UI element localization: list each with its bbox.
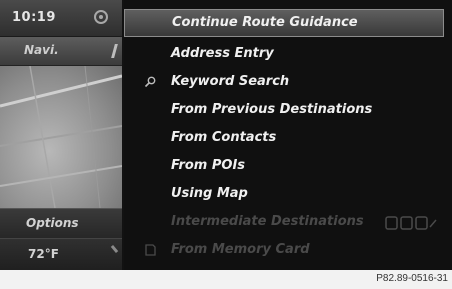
menu-item-label: Keyword Search — [171, 74, 290, 89]
menu-item-label: From Memory Card — [171, 242, 310, 257]
menu-item-label: From POIs — [171, 158, 246, 173]
menu-item-using-map[interactable]: Using Map — [124, 182, 444, 208]
menu-item-label: Continue Route Guidance — [172, 15, 358, 30]
navi-label: Navi. — [24, 43, 59, 57]
menu-item-label: Intermediate Destinations — [171, 214, 364, 229]
status-bar: 10:19 — [0, 0, 122, 37]
menu-item-continue-route-guidance[interactable]: Continue Route Guidance — [124, 9, 444, 37]
menu-item-keyword-search[interactable]: Keyword Search — [124, 70, 444, 96]
temp-indicator — [110, 244, 119, 254]
settings-gear-icon — [94, 10, 108, 24]
options-button[interactable]: Options — [0, 208, 122, 239]
head-unit-screen: 10:19 Navi. Options 72°F Continue Route … — [0, 0, 452, 270]
navi-tab[interactable]: Navi. — [0, 37, 122, 66]
menu-item-pois[interactable]: From POIs — [124, 154, 444, 180]
intermediate-destination-icons — [385, 216, 437, 230]
options-label: Options — [26, 216, 79, 230]
menu-item-previous-destinations[interactable]: From Previous Destinations — [124, 98, 444, 124]
menu-item-intermediate-destinations: Intermediate Destinations — [124, 210, 444, 236]
menu-item-address-entry[interactable]: Address Entry — [124, 42, 444, 68]
menu-item-label: From Previous Destinations — [171, 102, 373, 117]
left-panel: 10:19 Navi. Options 72°F — [0, 0, 122, 270]
menu-item-label: Using Map — [171, 186, 248, 201]
search-icon — [144, 76, 156, 88]
menu-item-label: From Contacts — [171, 130, 277, 145]
menu-item-memory-card: From Memory Card — [124, 238, 444, 264]
destination-menu: Continue Route Guidance Address Entry Ke… — [124, 0, 452, 270]
navi-divider — [111, 44, 118, 58]
temperature-value: 72°F — [28, 247, 59, 261]
menu-item-contacts[interactable]: From Contacts — [124, 126, 444, 152]
temperature-display: 72°F — [0, 238, 122, 270]
figure-reference-code: P82.89-0516-31 — [376, 273, 448, 284]
map-preview — [0, 66, 122, 208]
memory-card-icon — [145, 244, 156, 256]
clock: 10:19 — [12, 10, 56, 25]
menu-item-label: Address Entry — [171, 46, 274, 61]
